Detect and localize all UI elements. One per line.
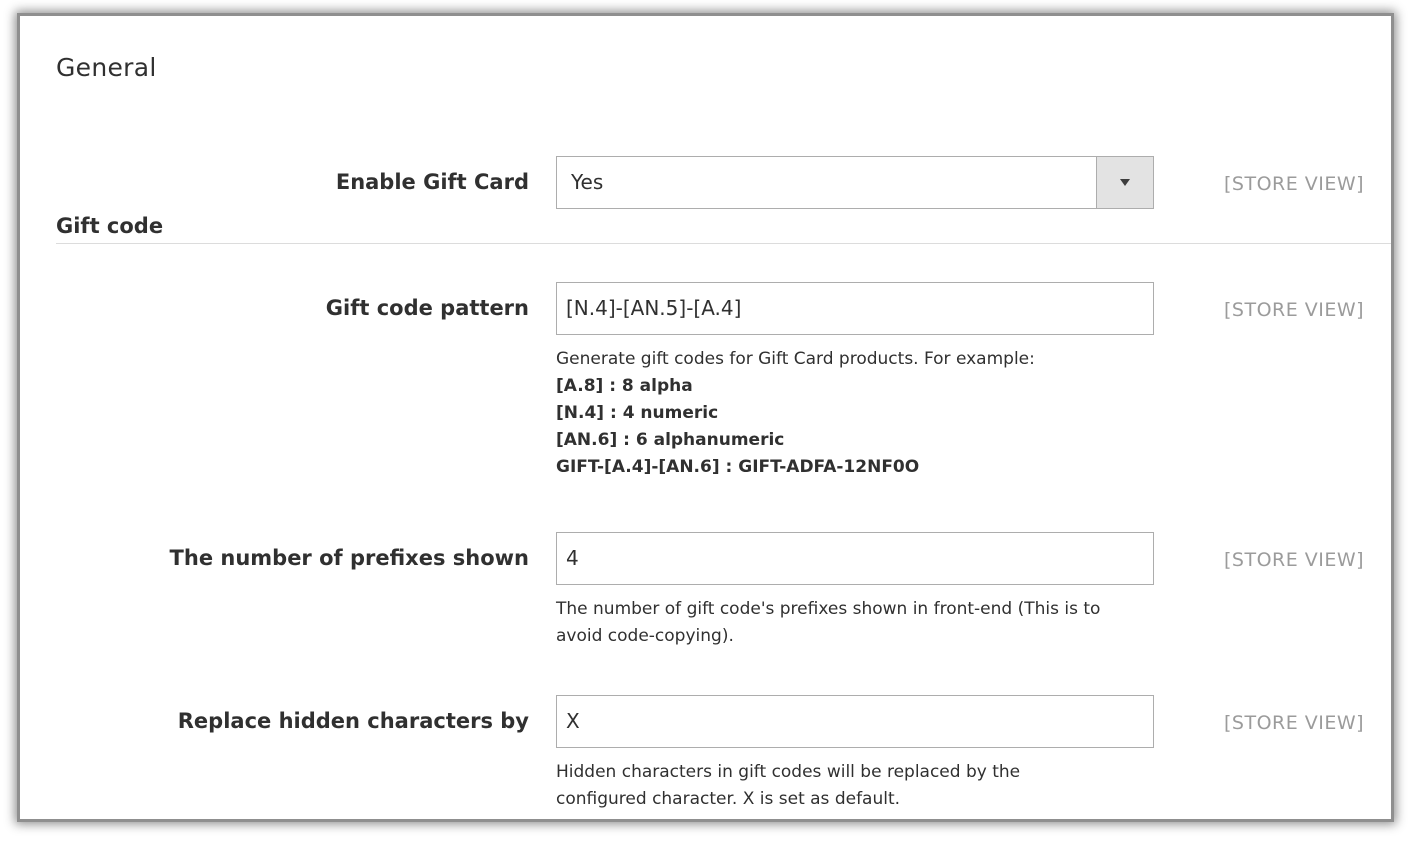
- replace-hidden-label: Replace hidden characters by: [177, 709, 529, 733]
- section-title: General: [56, 53, 157, 82]
- example-alphanumeric: [AN.6] : 6 alphanumeric: [556, 430, 785, 450]
- example-combined: GIFT-[A.4]-[AN.6] : GIFT-ADFA-12NF0O: [556, 457, 920, 477]
- enable-gift-card-value: Yes: [571, 170, 604, 194]
- note-line: Hidden characters in gift codes will be …: [556, 762, 1021, 782]
- prefixes-shown-scope: [STORE VIEW]: [1224, 549, 1365, 571]
- enable-gift-card-scope: [STORE VIEW]: [1224, 173, 1365, 195]
- caret-down-icon: [1120, 179, 1130, 186]
- gift-code-pattern-scope: [STORE VIEW]: [1224, 299, 1365, 321]
- example-numeric: [N.4] : 4 numeric: [556, 403, 719, 423]
- config-panel: General Enable Gift Card Yes [STORE VIEW…: [20, 16, 1391, 819]
- prefixes-shown-note: The number of gift code's prefixes shown…: [556, 596, 1166, 650]
- note-line: configured character. X is set as defaul…: [556, 789, 901, 809]
- dropdown-button[interactable]: [1096, 157, 1153, 208]
- note-line: The number of gift code's prefixes shown…: [556, 599, 1101, 619]
- gift-code-pattern-input[interactable]: [N.4]-[AN.5]-[A.4]: [556, 282, 1154, 335]
- group-divider: [56, 243, 1391, 244]
- enable-gift-card-label: Enable Gift Card: [335, 170, 529, 194]
- replace-hidden-input[interactable]: X: [556, 695, 1154, 748]
- example-alpha: [A.8] : 8 alpha: [556, 376, 693, 396]
- replace-hidden-note: Hidden characters in gift codes will be …: [556, 759, 1166, 813]
- gift-code-pattern-label: Gift code pattern: [325, 296, 529, 320]
- group-title-gift-code[interactable]: Gift code: [56, 214, 163, 238]
- prefixes-shown-input[interactable]: 4: [556, 532, 1154, 585]
- note-line: avoid code-copying).: [556, 626, 734, 646]
- note-intro: Generate gift codes for Gift Card produc…: [556, 349, 1035, 369]
- replace-hidden-scope: [STORE VIEW]: [1224, 712, 1365, 734]
- gift-code-pattern-note: Generate gift codes for Gift Card produc…: [556, 346, 1166, 481]
- prefixes-shown-label: The number of prefixes shown: [169, 546, 529, 570]
- enable-gift-card-select[interactable]: Yes: [556, 156, 1154, 209]
